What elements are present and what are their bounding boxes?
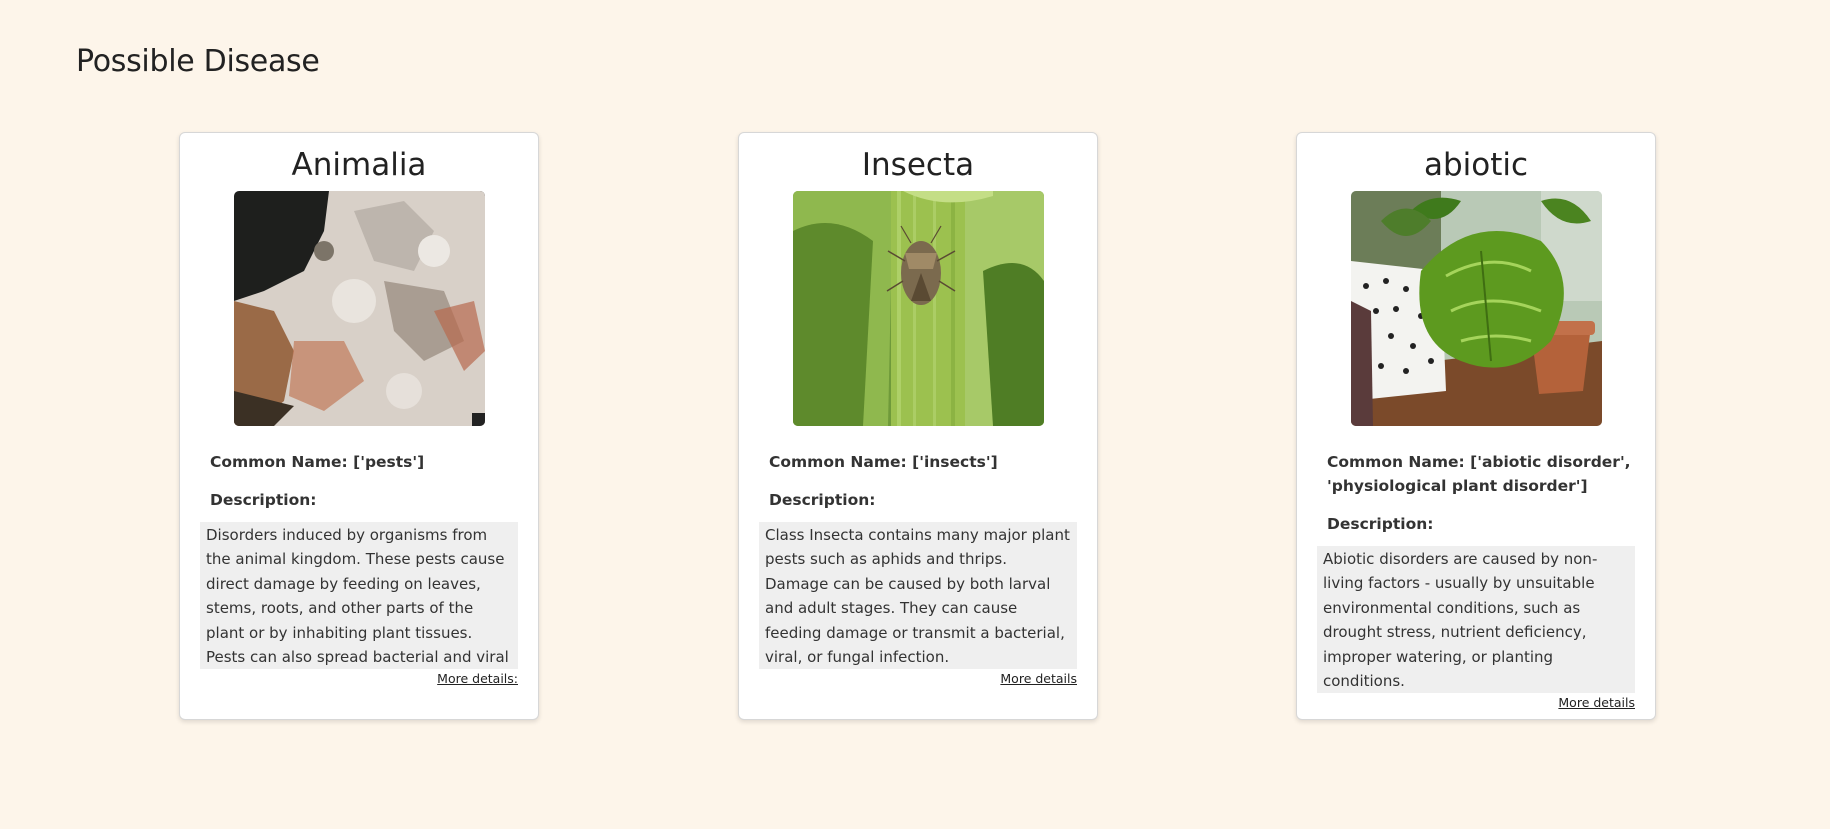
page-title: Possible Disease	[76, 44, 320, 79]
card-info: Common Name: ['abiotic disorder', 'physi…	[1317, 450, 1635, 711]
disease-image	[1351, 191, 1602, 426]
description-box: Disorders induced by organisms from the …	[200, 522, 518, 669]
common-name-value: ['pests']	[353, 453, 425, 471]
description-label: Description:	[769, 491, 876, 509]
description-box: Class Insecta contains many major plant …	[759, 522, 1077, 669]
description-label: Description:	[1327, 515, 1434, 533]
disease-card-animalia: Animalia Common Name: ['pests'] Descript…	[179, 132, 539, 720]
monstera-plant-image	[1351, 191, 1602, 426]
more-details-link[interactable]: More details	[769, 671, 1077, 687]
disease-image	[793, 191, 1044, 426]
common-name-label: Common Name:	[1327, 453, 1465, 471]
card-title: abiotic	[1423, 147, 1529, 183]
more-details-link[interactable]: More details:	[210, 671, 518, 687]
common-name-label: Common Name:	[210, 453, 348, 471]
rock-lichen-image	[234, 191, 485, 426]
common-name-row: Common Name: ['insects']	[769, 450, 1077, 474]
card-title: Insecta	[861, 147, 975, 183]
disease-card-abiotic: abiotic Common Name: ['abiotic disorder'…	[1296, 132, 1656, 720]
more-details-link[interactable]: More details	[1327, 695, 1635, 711]
card-info: Common Name: ['insects'] Description: Cl…	[759, 450, 1077, 687]
disease-card-insecta: Insecta Common Name: ['insects'] Descrip…	[738, 132, 1098, 720]
common-name-label: Common Name:	[769, 453, 907, 471]
description-label: Description:	[210, 491, 317, 509]
common-name-value: ['insects']	[912, 453, 998, 471]
common-name-row: Common Name: ['pests']	[210, 450, 518, 474]
disease-image	[234, 191, 485, 426]
description-box: Abiotic disorders are caused by non-livi…	[1317, 546, 1635, 693]
card-info: Common Name: ['pests'] Description: Diso…	[200, 450, 518, 687]
card-title: Animalia	[291, 147, 427, 183]
common-name-row: Common Name: ['abiotic disorder', 'physi…	[1327, 450, 1635, 498]
stink-bug-image	[793, 191, 1044, 426]
